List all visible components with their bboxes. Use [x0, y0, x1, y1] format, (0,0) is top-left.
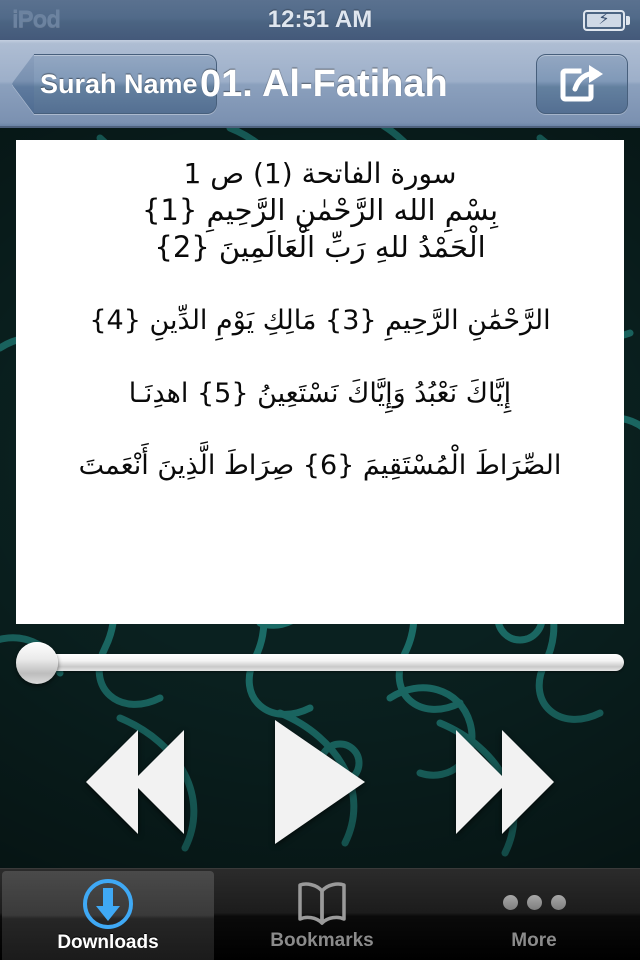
- tab-bookmarks-label: Bookmarks: [270, 930, 374, 951]
- previous-button[interactable]: [85, 730, 184, 834]
- text-spacer-1: [32, 266, 608, 304]
- download-circle-icon: [80, 879, 136, 929]
- back-button-label: Surah Name: [40, 68, 198, 99]
- app-root: iPod 12:51 AM ⚡ Surah Name 01. Al-Fatiha…: [0, 0, 640, 960]
- battery-charging-icon: ⚡: [583, 9, 625, 31]
- dot-3: [550, 894, 566, 910]
- tab-more-label: More: [511, 930, 557, 951]
- ayah-line-1: بِسْمِ الله الرَّحْمٰنِ الرَّحِيمِ {1}: [141, 192, 499, 227]
- rewind-icon: [85, 730, 138, 834]
- next-button[interactable]: [456, 730, 555, 834]
- tab-downloads[interactable]: Downloads: [2, 871, 214, 960]
- tab-bookmarks[interactable]: Bookmarks: [216, 869, 428, 960]
- battery-cap: [626, 15, 630, 25]
- ayah-line-5: إِيَّاكَ نَعْبُدُ وَإِيَّاكَ نَسْتَعِينُ…: [128, 377, 512, 409]
- navigation-bar: Surah Name 01. Al-Fatihah: [0, 40, 640, 128]
- share-icon: [560, 65, 603, 102]
- clock-label: 12:51 AM: [267, 6, 373, 33]
- play-icon: [274, 720, 365, 844]
- arabic-text-block: سورة الفاتحة (1) ص 1 بِسْمِ الله الرَّحْ…: [32, 156, 608, 484]
- tab-more[interactable]: More: [428, 869, 640, 960]
- surah-text-panel[interactable]: سورة الفاتحة (1) ص 1 بِسْمِ الله الرَّحْ…: [16, 140, 624, 624]
- slider-thumb[interactable]: [16, 642, 58, 684]
- charging-bolt-icon: ⚡: [598, 11, 610, 28]
- back-button-body: Surah Name: [34, 54, 217, 114]
- chevron-left-icon: [12, 54, 34, 114]
- playback-position-slider[interactable]: [16, 642, 624, 684]
- fast-forward-icon: [456, 730, 509, 834]
- dot-2: [526, 894, 542, 910]
- text-spacer-3: [32, 411, 608, 449]
- tab-downloads-label: Downloads: [57, 932, 159, 953]
- play-button[interactable]: [274, 720, 365, 844]
- ayah-line-2: الْحَمْدُ للهِ رَبِّ الْعَالَمِينَ {2}: [154, 229, 486, 264]
- status-bar: iPod 12:51 AM ⚡: [0, 0, 640, 40]
- page-title: 01. Al-Fatihah: [200, 62, 448, 105]
- transport-controls: [0, 712, 640, 852]
- tab-bar: Downloads Bookmarks More: [0, 868, 640, 960]
- slider-track[interactable]: [34, 654, 624, 671]
- rewind-icon-second: [131, 730, 184, 834]
- battery-indicator: ⚡: [583, 9, 630, 31]
- dot-1: [502, 894, 518, 910]
- ayah-line-6-7: الصِّرَاطَ الْمُسْتَقِيمَ {6} صِرَاطَ ال…: [78, 450, 562, 482]
- share-button[interactable]: [536, 54, 628, 114]
- three-dots-icon: [502, 878, 566, 926]
- open-book-icon: [294, 878, 350, 926]
- ayah-line-3-4: الرَّحْمَٰنِ الرَّحِيمِ {3} مَالِكِ يَوْ…: [89, 305, 551, 337]
- fast-forward-icon-second: [502, 730, 555, 834]
- text-spacer-2: [32, 339, 608, 377]
- surah-header-line: سورة الفاتحة (1) ص 1: [183, 157, 457, 190]
- back-button[interactable]: Surah Name: [12, 54, 217, 114]
